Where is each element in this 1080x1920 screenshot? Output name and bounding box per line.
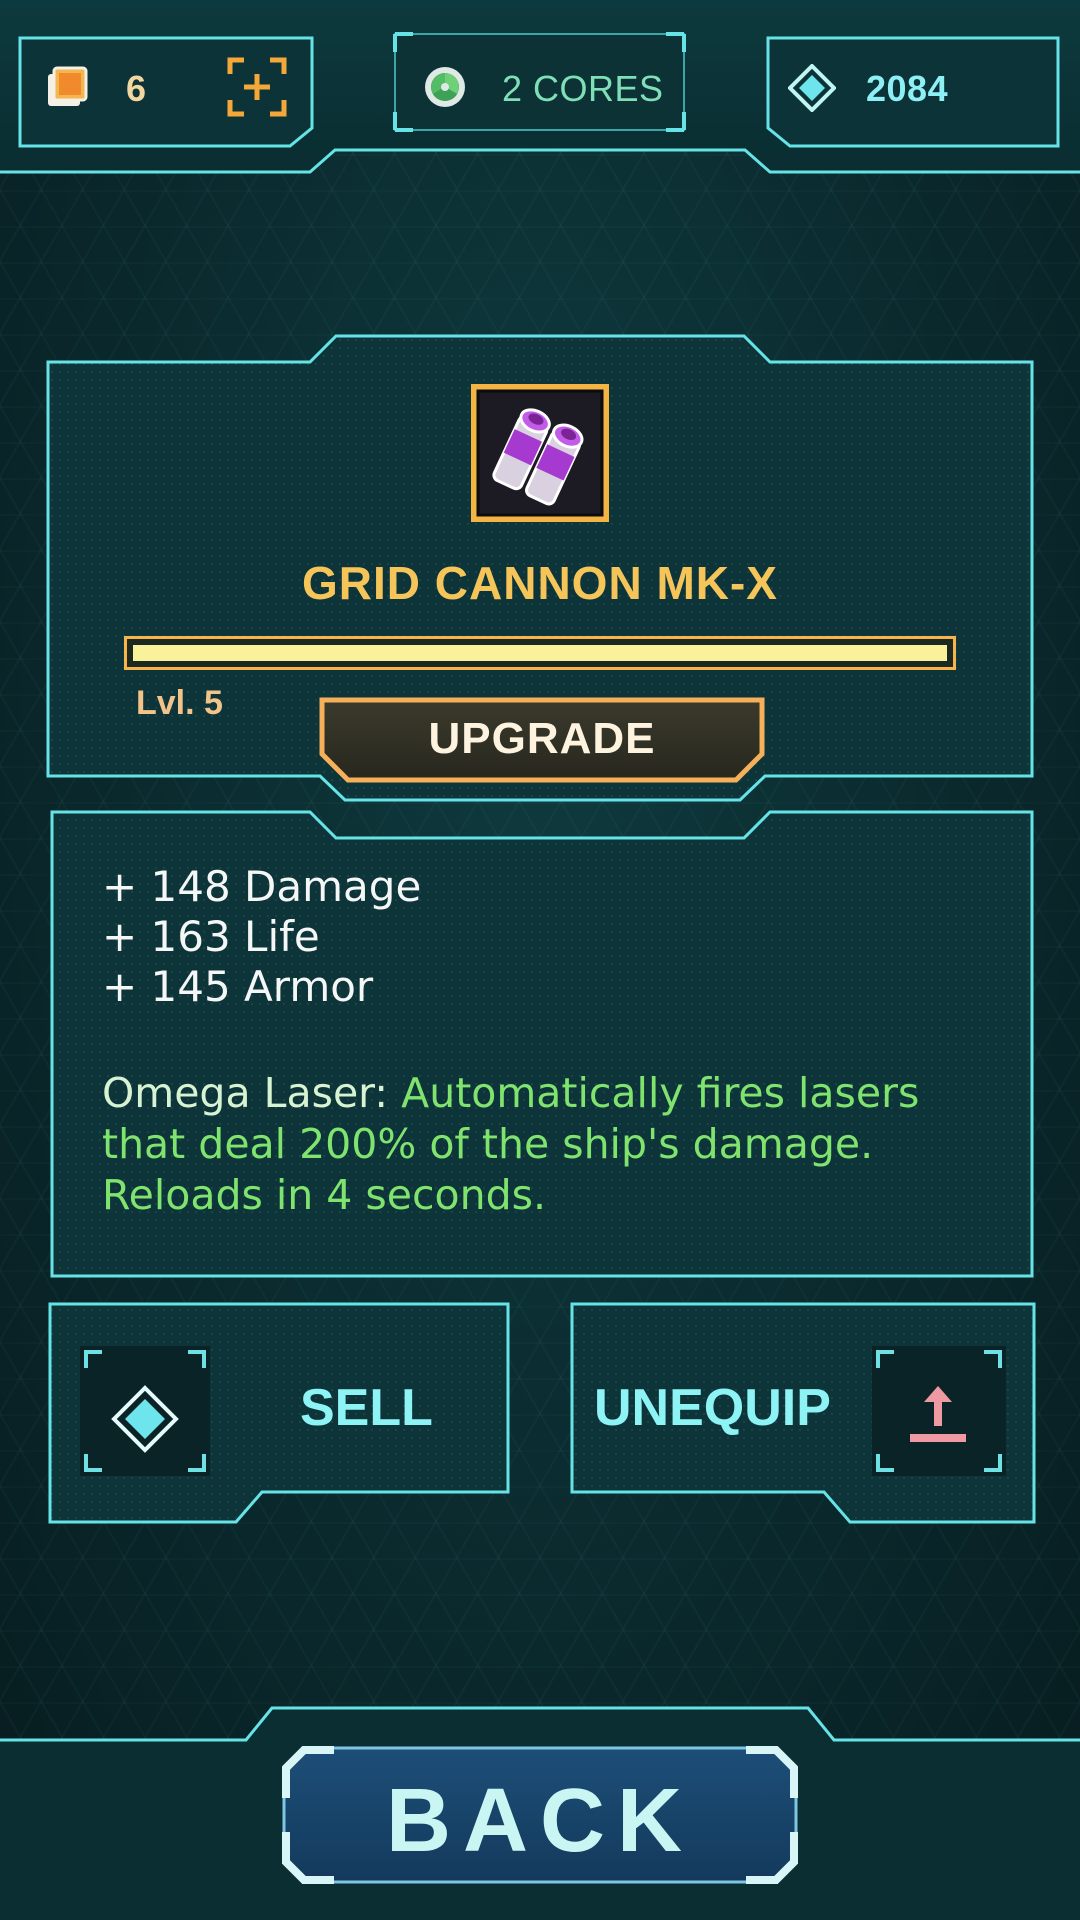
unequip-arrow-icon — [910, 1386, 966, 1442]
ability-name: Omega Laser: — [102, 1069, 389, 1117]
sell-button[interactable] — [0, 1290, 540, 1530]
stat-damage: + 148 Damage — [102, 862, 422, 911]
item-name: GRID CANNON MK-X — [302, 557, 778, 609]
gem-sell-icon — [111, 1385, 179, 1453]
back-label[interactable]: BACK — [280, 1770, 800, 1873]
stat-armor: + 145 Armor — [102, 962, 374, 1011]
upgrade-label[interactable]: UPGRADE — [320, 714, 764, 764]
level-label: Lvl. 5 — [136, 684, 223, 722]
unequip-label[interactable]: UNEQUIP — [594, 1378, 831, 1438]
stat-list: + 148 Damage + 163 Life + 145 Armor — [102, 862, 982, 1012]
grid-cannon-icon — [471, 384, 609, 522]
level-progress-fill — [133, 645, 947, 661]
level-progress-bar — [124, 636, 956, 670]
stat-life: + 163 Life — [102, 912, 320, 961]
ability-description: Omega Laser: Automatically fires lasers … — [102, 1068, 982, 1221]
sell-label[interactable]: SELL — [300, 1378, 433, 1438]
